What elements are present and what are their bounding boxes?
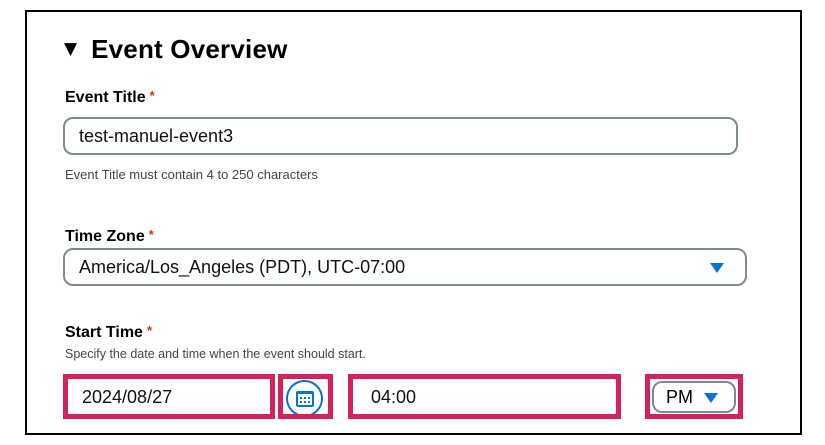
event-title-label-text: Event Title xyxy=(65,89,146,106)
chevron-down-icon xyxy=(710,263,724,273)
highlight-time xyxy=(348,374,621,419)
time-zone-label: Time Zone * xyxy=(65,227,154,246)
time-zone-label-text: Time Zone xyxy=(65,228,145,245)
required-mark: * xyxy=(146,323,153,338)
required-mark: * xyxy=(148,227,154,242)
required-mark: * xyxy=(149,88,155,103)
start-time-label-text: Start Time xyxy=(65,324,143,341)
event-title-label: Event Title * xyxy=(65,88,155,107)
section-title: Event Overview xyxy=(91,34,288,64)
highlight-calendar xyxy=(278,374,333,419)
time-zone-select[interactable]: America/Los_Angeles (PDT), UTC-07:00 xyxy=(63,248,747,286)
event-title-hint: Event Title must contain 4 to 250 charac… xyxy=(65,167,318,182)
highlight-date xyxy=(63,374,275,419)
highlight-ampm xyxy=(645,374,743,419)
start-time-hint: Specify the date and time when the event… xyxy=(65,347,366,361)
form-panel xyxy=(25,10,802,435)
start-time-label: Start Time * xyxy=(65,323,152,342)
time-zone-value: America/Los_Angeles (PDT), UTC-07:00 xyxy=(79,256,406,277)
event-title-value: test-manuel-event3 xyxy=(79,125,234,146)
triangle-down-icon[interactable]: ▼ xyxy=(64,41,77,58)
section-header[interactable]: ▼ Event Overview xyxy=(64,34,288,65)
event-title-input[interactable]: test-manuel-event3 xyxy=(63,117,738,155)
